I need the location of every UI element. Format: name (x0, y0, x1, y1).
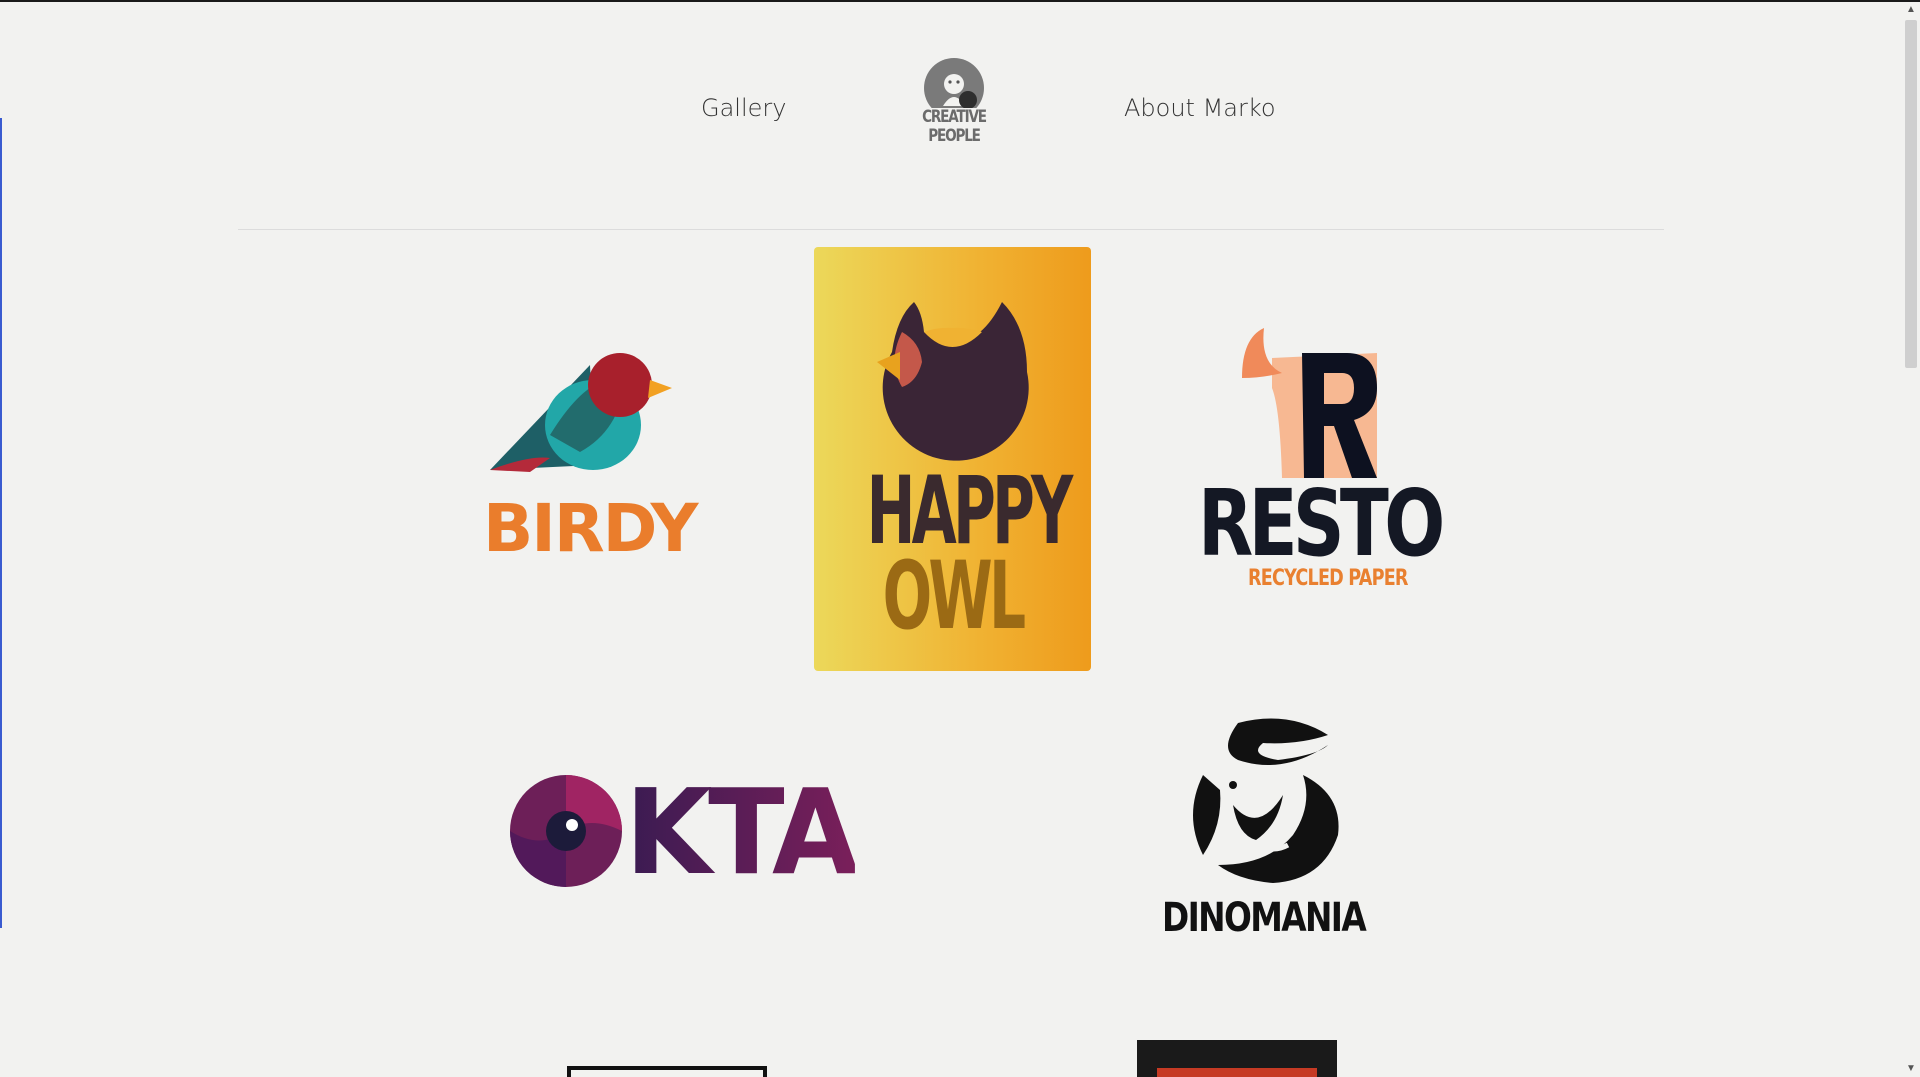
bird-icon (490, 353, 672, 472)
paper-r-icon (1242, 328, 1377, 478)
vertical-scrollbar[interactable]: ▲ ▼ (1902, 2, 1920, 1077)
owl-icon (877, 302, 1029, 461)
birdy-wordmark: BIRDY (483, 490, 698, 567)
gallery-item-happy-owl[interactable]: HAPPY OWL (814, 247, 1091, 671)
nav-about-link[interactable]: About Marko (1124, 94, 1276, 122)
scroll-up-icon[interactable]: ▲ (1902, 2, 1920, 18)
brand-logo[interactable]: CREATIVE PEOPLE (910, 58, 998, 146)
gallery-item-partial-1[interactable] (567, 1066, 767, 1077)
gallery-item-birdy[interactable]: BIRDY (470, 340, 698, 570)
gallery-item-resto[interactable]: RESTO RECYCLED PAPER (1198, 320, 1450, 600)
brand-line-1: CREATIVE (922, 107, 987, 127)
eye-lens-icon (510, 775, 622, 887)
site-header: Gallery CREATIVE PEOPLE About Marko (0, 0, 1902, 230)
brand-line-2: PEOPLE (928, 126, 981, 146)
scroll-down-icon[interactable]: ▼ (1902, 1061, 1920, 1077)
gallery-item-okta[interactable]: KTA (510, 763, 880, 901)
scrollbar-thumb[interactable] (1905, 20, 1917, 368)
gallery-item-partial-2[interactable] (1137, 1040, 1337, 1077)
nav-gallery-link[interactable]: Gallery (701, 94, 786, 122)
header-divider (238, 229, 1664, 230)
resto-wordmark: RESTO (1198, 470, 1445, 577)
partial-2-accent (1157, 1068, 1317, 1077)
resto-tagline: RECYCLED PAPER (1248, 566, 1408, 591)
window-left-edge (0, 118, 2, 928)
dinomania-wordmark: DINOMANIA (1162, 895, 1367, 941)
gallery-item-dinomania[interactable]: DINOMANIA (1150, 715, 1390, 945)
okta-wordmark: KTA (625, 763, 859, 901)
creative-people-mascot-icon (924, 58, 984, 108)
happy-owl-line-2: OWL (882, 542, 1027, 651)
dino-circle-icon (1193, 718, 1339, 883)
